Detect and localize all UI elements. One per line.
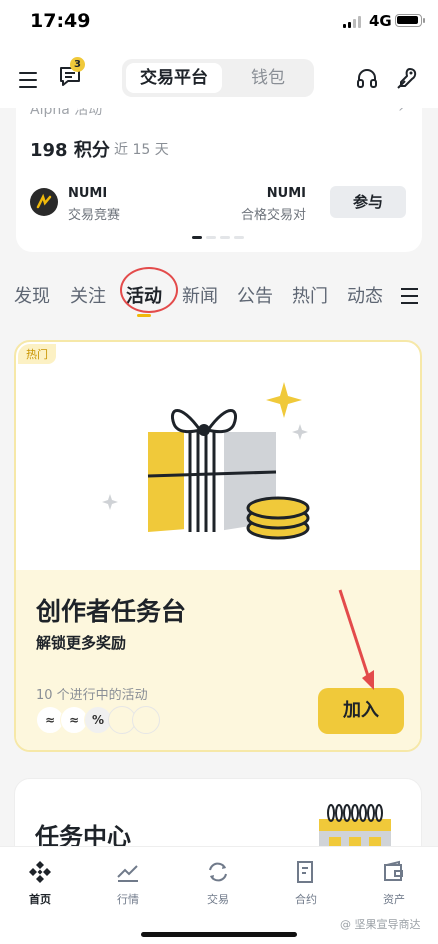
tab-hot[interactable]: 热门 <box>292 282 328 308</box>
segment-wallet[interactable]: 钱包 <box>226 63 310 93</box>
nav-label: 行情 <box>117 893 139 906</box>
join-button[interactable]: 加入 <box>318 688 404 734</box>
swap-icon <box>209 862 227 882</box>
content-tabs: 发现 关注 活动 新闻 公告 热门 动态 <box>0 270 438 322</box>
tab-feed[interactable]: 动态 <box>347 282 383 308</box>
contract-icon <box>297 861 313 883</box>
creator-task-card[interactable]: 热门 创作者任务台 解锁更多奖励 10 个进行中的活动 ≈ ≈ % 加入 <box>14 340 422 752</box>
alpha-points: 198 积分 <box>30 140 110 161</box>
nav-home[interactable]: 首页 <box>10 859 70 907</box>
network-type: 4G <box>369 12 392 30</box>
message-badge: 3 <box>70 57 85 72</box>
left-token-sub: 交易竞赛 <box>68 208 121 223</box>
profile-icon[interactable] <box>396 66 420 90</box>
menu-icon[interactable] <box>19 72 37 93</box>
top-nav: 3 交易平台 钱包 <box>0 44 438 108</box>
binance-logo-icon <box>29 861 51 883</box>
nav-label: 合约 <box>295 893 317 906</box>
signal-icon <box>343 16 361 28</box>
battery-icon <box>395 14 425 27</box>
nav-assets[interactable]: 资产 <box>364 859 424 907</box>
creator-card-title: 创作者任务台 <box>36 597 187 626</box>
home-indicator <box>141 932 297 937</box>
participant-avatars: ≈ ≈ % <box>36 706 160 734</box>
hot-badge: 热门 <box>18 344 56 364</box>
right-token-name: NUMI <box>266 186 306 201</box>
headset-icon[interactable] <box>356 68 378 90</box>
platform-switch: 交易平台 钱包 <box>122 59 314 97</box>
activity-count: 10 个进行中的活动 <box>36 688 148 703</box>
left-token-name: NUMI <box>68 186 108 201</box>
nav-futures[interactable]: 合约 <box>276 859 336 907</box>
numi-logo-icon <box>30 188 58 216</box>
tab-news[interactable]: 新闻 <box>182 282 218 308</box>
status-time: 17:49 <box>30 10 91 32</box>
tab-announcement[interactable]: 公告 <box>237 282 273 308</box>
nav-label: 资产 <box>383 893 405 906</box>
nav-trade[interactable]: 交易 <box>188 859 248 907</box>
alpha-points-period: 近 15 天 <box>114 142 169 158</box>
watermark: @ 坚果宣导商达 <box>340 918 421 931</box>
tab-discover[interactable]: 发现 <box>14 282 50 308</box>
right-token-sub: 合格交易对 <box>240 208 306 223</box>
avatar-placeholder <box>132 706 160 734</box>
tab-menu-icon[interactable] <box>401 288 418 309</box>
app-screen: 17:49 4G Alpha 活动 › 198 积分 近 15 天 NUMI 交… <box>0 0 438 944</box>
status-bar: 17:49 4G <box>0 0 438 44</box>
gift-box-illustration <box>102 382 310 540</box>
annotation-circle <box>120 267 178 313</box>
participate-button[interactable]: 参与 <box>330 186 406 218</box>
carousel-dots <box>192 236 244 239</box>
alpha-activity-card[interactable]: Alpha 活动 › 198 积分 近 15 天 NUMI 交易竞赛 NUMI … <box>16 100 422 252</box>
tab-follow[interactable]: 关注 <box>70 282 106 308</box>
active-tab-indicator <box>137 314 151 317</box>
nav-label: 首页 <box>29 893 51 906</box>
wallet-icon <box>384 860 403 881</box>
chart-icon <box>117 865 138 882</box>
segment-exchange[interactable]: 交易平台 <box>126 63 222 93</box>
nav-label: 交易 <box>207 893 229 906</box>
nav-markets[interactable]: 行情 <box>98 859 158 907</box>
creator-card-subtitle: 解锁更多奖励 <box>36 634 127 652</box>
